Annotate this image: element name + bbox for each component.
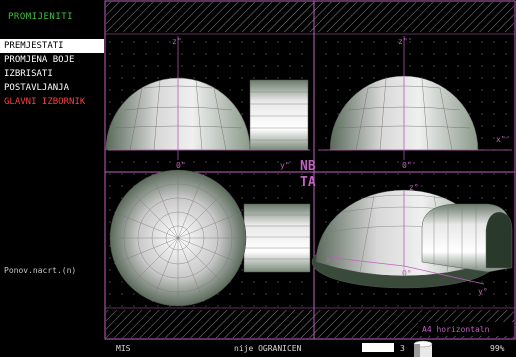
command-menu: PREMJESTATI PROMJENA BOJE IZBRISATI POST…	[0, 39, 104, 109]
view-code-bottom: TA	[300, 175, 316, 190]
status-constraint[interactable]: nije OGRANICEN	[234, 344, 301, 353]
redraw-command[interactable]: Ponov.nacrt.(n)	[4, 266, 76, 275]
color-swatch[interactable]	[362, 343, 394, 352]
menu-title: PROMIJENITI	[8, 12, 74, 22]
iso-axis-z: z°	[409, 183, 419, 192]
menu-item-premjestati[interactable]: PREMJESTATI	[0, 39, 104, 53]
status-mode[interactable]: MIS	[116, 344, 130, 353]
menu-item-izbrisati[interactable]: IZBRISATI	[0, 67, 104, 81]
side-axis-o: 0"'	[402, 161, 416, 170]
menu-item-promjena-boje[interactable]: PROMJENA BOJE	[0, 53, 104, 67]
side-axis-z: z"'	[398, 37, 412, 46]
command-sidebar: PROMIJENITI PREMJESTATI PROMJENA BOJE IZ…	[0, 0, 104, 340]
status-layer-number[interactable]: 3	[400, 344, 405, 353]
menu-item-glavni-izbornik[interactable]: GLAVNI IZBORNIK	[0, 95, 104, 109]
top-hatch-band	[106, 2, 514, 32]
status-zoom[interactable]: 99%	[490, 344, 504, 353]
cylinder-icon[interactable]	[410, 340, 436, 357]
side-axis-x: x"'	[496, 135, 510, 144]
status-bar: MIS nije OGRANICEN 3 99%	[0, 340, 516, 357]
view-code-top: NB	[300, 159, 316, 174]
front-axis-o: 0"	[176, 161, 186, 170]
iso-axis-o: O°	[402, 269, 412, 278]
menu-item-postavljanja[interactable]: POSTAVLJANJA	[0, 81, 104, 95]
paper-format-label: A4 horizontaln	[422, 325, 490, 334]
front-axis-y: y"	[280, 161, 290, 170]
iso-axis-y: y°	[478, 287, 488, 296]
front-axis-z: z"	[172, 37, 182, 46]
drawing-viewport[interactable]: z" 0" y" z"' 0"' x"' NB TA z° x° y° O° A…	[104, 0, 516, 340]
iso-axis-x: x°	[326, 255, 336, 264]
